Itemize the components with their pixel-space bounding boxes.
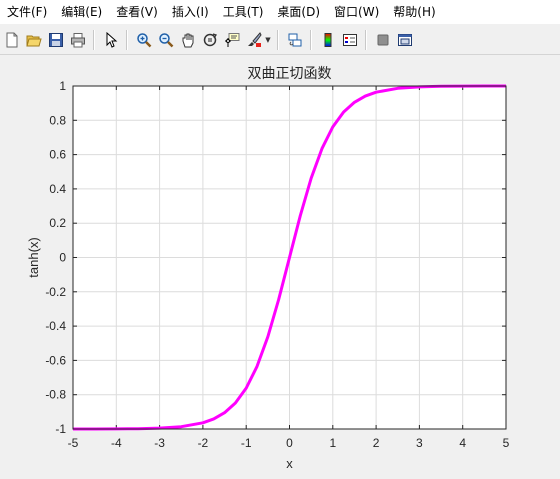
figure-toolbar: ▼ <box>0 26 560 55</box>
x-tick-label: 2 <box>373 436 380 450</box>
zoom-in-icon[interactable] <box>134 30 154 50</box>
x-tick-label: 4 <box>459 436 466 450</box>
brush-dropdown-icon[interactable]: ▼ <box>264 30 272 50</box>
y-tick-label: 0.6 <box>49 148 66 162</box>
menu-help[interactable]: 帮助(H) <box>386 0 442 24</box>
menu-view[interactable]: 查看(V) <box>109 0 165 24</box>
chart-title: 双曲正切函数 <box>248 65 332 81</box>
toolbar-separator <box>126 30 128 50</box>
toolbar-separator <box>93 30 95 50</box>
y-axis-label: tanh(x) <box>26 237 41 277</box>
x-tick-label: -1 <box>241 436 252 450</box>
pan-icon[interactable] <box>178 30 198 50</box>
x-tick-label: -3 <box>154 436 165 450</box>
print-icon[interactable] <box>68 30 88 50</box>
pointer-icon[interactable] <box>101 30 121 50</box>
x-tick-label: 5 <box>503 436 510 450</box>
show-plot-tools-icon[interactable] <box>395 30 415 50</box>
menu-tools[interactable]: 工具(T) <box>216 0 271 24</box>
menu-file[interactable]: 文件(F) <box>0 0 54 24</box>
x-tick-label: 3 <box>416 436 423 450</box>
y-tick-label: -0.8 <box>45 388 66 402</box>
y-tick-label: 0.8 <box>49 113 66 127</box>
figure-canvas: -5 -4 -3 -2 -1 0 1 2 3 4 5 -1 -0.8 -0.6 -0.4 -0.2 0 0.2 0… <box>0 56 560 475</box>
y-tick-label: -0.4 <box>45 319 66 333</box>
y-tick-label: -0.2 <box>45 285 66 299</box>
menu-window[interactable]: 窗口(W) <box>327 0 386 24</box>
hide-plot-tools-icon[interactable] <box>373 30 393 50</box>
data-cursor-icon[interactable] <box>222 30 242 50</box>
chart-svg: -5 -4 -3 -2 -1 0 1 2 3 4 5 -1 -0.8 -0.6 -0.4 -0.2 0 0.2 0… <box>26 65 510 471</box>
legend-icon[interactable] <box>340 30 360 50</box>
x-tick-label: -5 <box>68 436 79 450</box>
colorbar-icon[interactable] <box>318 30 338 50</box>
x-tick-label: 1 <box>329 436 336 450</box>
y-tick-label: 0.2 <box>49 216 66 230</box>
y-tick-label: -1 <box>55 422 66 436</box>
toolbar-separator <box>277 30 279 50</box>
menu-desktop[interactable]: 桌面(D) <box>270 0 327 24</box>
menu-insert[interactable]: 插入(I) <box>165 0 216 24</box>
toolbar-separator <box>310 30 312 50</box>
link-plot-icon[interactable] <box>285 30 305 50</box>
x-axis-label: x <box>286 456 293 471</box>
x-tick-label: -4 <box>111 436 122 450</box>
x-tick-label: 0 <box>286 436 293 450</box>
y-tick-label: -0.6 <box>45 353 66 367</box>
zoom-out-icon[interactable] <box>156 30 176 50</box>
brush-icon[interactable] <box>244 30 264 50</box>
rotate-3d-icon[interactable] <box>200 30 220 50</box>
menu-edit[interactable]: 编辑(E) <box>54 0 109 24</box>
y-tick-label: 0.4 <box>49 182 66 196</box>
open-file-icon[interactable] <box>24 30 44 50</box>
y-tick-label: 0 <box>59 251 66 265</box>
menu-bar: 文件(F) 编辑(E) 查看(V) 插入(I) 工具(T) 桌面(D) 窗口(W) 帮助(H) <box>0 0 560 24</box>
save-icon[interactable] <box>46 30 66 50</box>
y-tick-label: 1 <box>59 79 66 93</box>
toolbar-separator <box>365 30 367 50</box>
x-tick-label: -2 <box>198 436 209 450</box>
new-figure-icon[interactable] <box>2 30 22 50</box>
